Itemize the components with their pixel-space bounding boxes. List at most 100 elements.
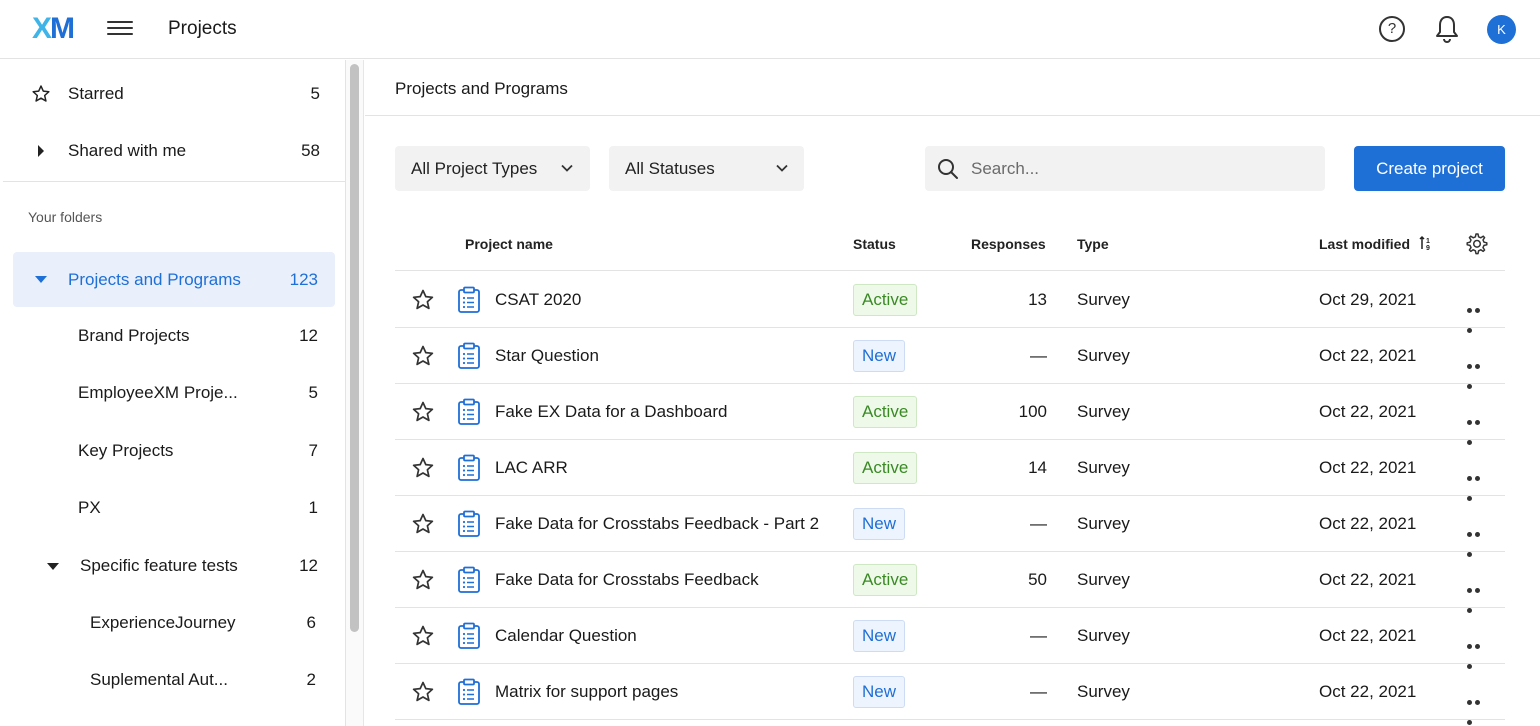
bell-icon[interactable] — [1433, 14, 1461, 44]
project-type: Survey — [1077, 290, 1130, 309]
survey-clipboard-icon — [458, 622, 480, 649]
sidebar-item-brand-projects[interactable]: Brand Projects 12 — [3, 316, 346, 356]
survey-clipboard-icon — [458, 678, 480, 705]
star-icon[interactable] — [411, 400, 435, 424]
responses-count: — — [1030, 626, 1047, 645]
more-actions-icon[interactable] — [1467, 354, 1489, 389]
last-modified-date: Oct 22, 2021 — [1319, 346, 1417, 365]
svg-text:1: 1 — [1426, 238, 1430, 245]
project-name-link[interactable]: Fake Data for Crosstabs Feedback — [495, 570, 759, 590]
sidebar-item-experiencejourney[interactable]: ExperienceJourney 6 — [3, 603, 346, 643]
project-name-link[interactable]: CSAT 2020 — [495, 290, 581, 310]
column-header-name[interactable]: Project name — [465, 236, 553, 252]
column-header-status[interactable]: Status — [853, 236, 896, 252]
sidebar-scrollbar-thumb[interactable] — [350, 64, 359, 632]
project-name-link[interactable]: Calendar Question — [495, 626, 637, 646]
last-modified-date: Oct 29, 2021 — [1319, 290, 1417, 309]
project-types-dropdown[interactable]: All Project Types — [395, 146, 590, 191]
star-icon[interactable] — [411, 344, 435, 368]
project-name-link[interactable]: Matrix for support pages — [495, 682, 678, 702]
sidebar-item-count: 5 — [308, 383, 318, 402]
responses-count: — — [1030, 514, 1047, 533]
star-icon — [32, 85, 50, 102]
status-badge: New — [853, 340, 906, 372]
responses-count: 50 — [1028, 570, 1047, 589]
star-icon[interactable] — [411, 288, 435, 312]
table-row[interactable]: Calendar Question New — Survey Oct 22, 2021 — [395, 608, 1505, 669]
project-type: Survey — [1077, 570, 1130, 589]
help-icon[interactable]: ? — [1379, 16, 1405, 42]
sidebar-item-label: Shared with me — [68, 141, 187, 160]
create-project-button[interactable]: Create project — [1354, 146, 1505, 191]
responses-count: 13 — [1028, 290, 1047, 309]
project-name-link[interactable]: LAC ARR — [495, 458, 568, 478]
table-row[interactable]: Matrix for support pages New — Survey Oct 22… — [395, 664, 1505, 725]
logo-m: M — [50, 12, 75, 45]
project-type: Survey — [1077, 346, 1130, 365]
sidebar-item-projects-and-programs[interactable]: Projects and Programs 123 — [13, 252, 335, 307]
caret-down-icon[interactable] — [47, 563, 59, 571]
project-name-link[interactable]: Fake EX Data for a Dashboard — [495, 402, 727, 422]
table-row[interactable]: Fake Data for Crosstabs Feedback Active 50… — [395, 552, 1505, 613]
last-modified-date: Oct 22, 2021 — [1319, 514, 1417, 533]
caret-down-icon — [35, 276, 47, 283]
more-actions-icon[interactable] — [1467, 410, 1489, 445]
project-name-link[interactable]: Fake Data for Crosstabs Feedback - Part … — [495, 514, 819, 534]
sidebar-item-label: ExperienceJourney — [90, 613, 236, 632]
main-title-bar: Projects and Programs — [365, 60, 1540, 116]
responses-count: 100 — [1018, 402, 1047, 421]
main-content: Projects and Programs All Project Types … — [365, 60, 1540, 726]
more-actions-icon[interactable] — [1467, 298, 1489, 333]
sidebar-item-count: 6 — [306, 613, 316, 632]
sidebar-item-specific-feature-tests[interactable]: Specific feature tests 12 — [3, 546, 346, 586]
column-header-last-modified[interactable]: Last modified — [1319, 236, 1410, 252]
sidebar-item-key-projects[interactable]: Key Projects 7 — [3, 431, 346, 471]
project-name-link[interactable]: Star Question — [495, 346, 599, 366]
search-input[interactable] — [971, 146, 1311, 191]
table-row[interactable]: Star Question New — Survey Oct 22, 2021 — [395, 328, 1505, 389]
sidebar-item-count: 7 — [308, 441, 318, 460]
sidebar-item-label: Key Projects — [78, 441, 174, 460]
column-header-type[interactable]: Type — [1077, 236, 1109, 252]
more-actions-icon[interactable] — [1467, 690, 1489, 725]
sidebar-item-starred[interactable]: Starred 5 — [3, 74, 346, 114]
sidebar-item-label: Starred — [68, 84, 124, 103]
sort-icon[interactable]: 19 — [1419, 235, 1433, 251]
table-row[interactable]: CSAT 2020 Active 13 Survey Oct 29, 2021 — [395, 272, 1505, 333]
column-header-responses[interactable]: Responses — [971, 236, 1046, 252]
avatar[interactable]: K — [1487, 15, 1516, 44]
sidebar-item-shared[interactable]: Shared with me 58 — [3, 131, 346, 171]
star-icon[interactable] — [411, 680, 435, 704]
gear-icon[interactable] — [1465, 232, 1489, 256]
more-actions-icon[interactable] — [1467, 522, 1489, 557]
sidebar-item-count: 12 — [299, 326, 318, 345]
status-badge: Active — [853, 396, 918, 428]
sidebar-item-count: 5 — [310, 84, 320, 103]
star-icon[interactable] — [411, 568, 435, 592]
caret-right-icon — [38, 145, 44, 157]
table-row[interactable]: Fake Data for Crosstabs Feedback - Part … — [395, 496, 1505, 557]
table-row[interactable]: Fake EX Data for a Dashboard Active 100 Sur… — [395, 384, 1505, 445]
sidebar-item-employeexm[interactable]: EmployeeXM Proje... 5 — [3, 373, 346, 413]
sidebar-item-count: 58 — [301, 141, 320, 160]
star-icon[interactable] — [411, 456, 435, 480]
more-actions-icon[interactable] — [1467, 578, 1489, 613]
more-actions-icon[interactable] — [1467, 466, 1489, 501]
status-badge: Active — [853, 452, 918, 484]
responses-count: — — [1030, 682, 1047, 701]
sidebar-item-count: 123 — [289, 269, 318, 289]
responses-count: — — [1030, 346, 1047, 365]
xm-logo[interactable]: XM — [32, 12, 75, 45]
sidebar-item-count: 2 — [306, 670, 316, 689]
responses-count: 14 — [1028, 458, 1047, 477]
sidebar-item-suplemental[interactable]: Suplemental Aut... 2 — [3, 660, 346, 700]
sidebar-item-label: EmployeeXM Proje... — [78, 383, 238, 402]
star-icon[interactable] — [411, 624, 435, 648]
hamburger-menu-icon[interactable] — [107, 17, 133, 41]
table-header: Project name Status Responses Type Last … — [395, 215, 1505, 271]
more-actions-icon[interactable] — [1467, 634, 1489, 669]
table-row[interactable]: LAC ARR Active 14 Survey Oct 22, 2021 — [395, 440, 1505, 501]
sidebar-item-px[interactable]: PX 1 — [3, 488, 346, 528]
statuses-dropdown[interactable]: All Statuses — [609, 146, 804, 191]
star-icon[interactable] — [411, 512, 435, 536]
